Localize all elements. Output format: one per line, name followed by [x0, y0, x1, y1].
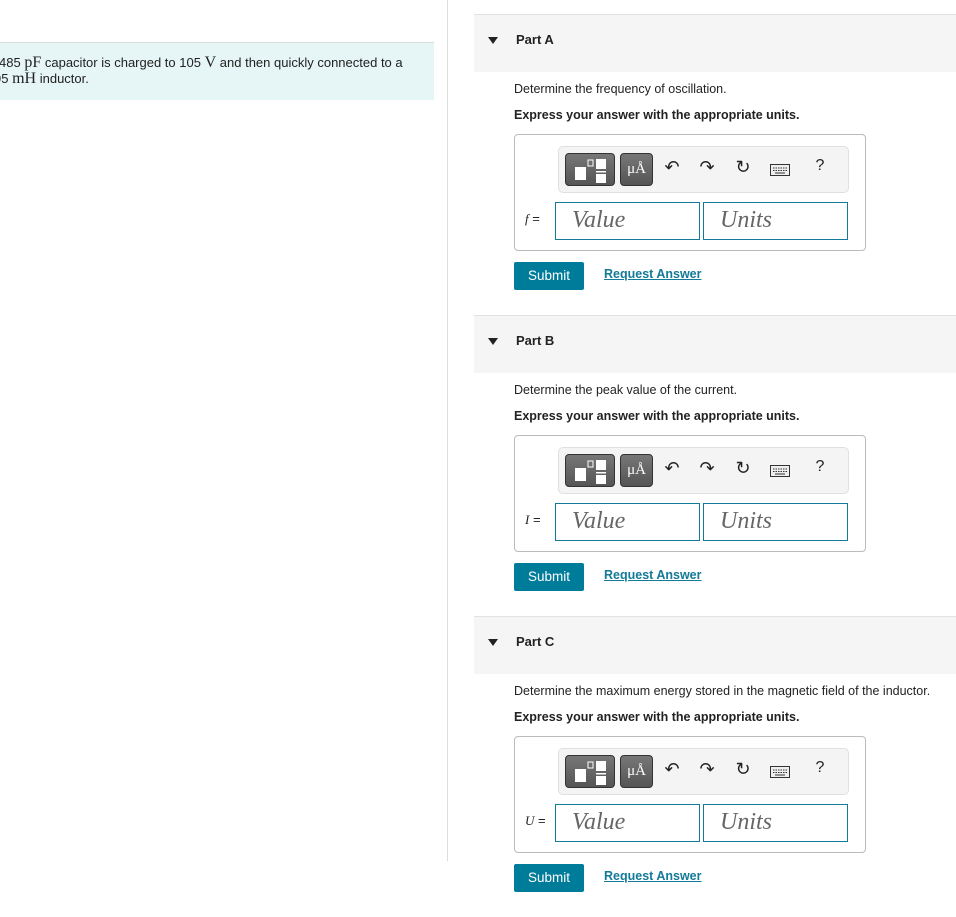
variable-label: f = — [525, 211, 540, 227]
keyboard-icon[interactable] — [769, 762, 791, 783]
value-input[interactable]: Value — [555, 202, 700, 240]
equals: = — [528, 211, 540, 226]
help-button[interactable]: ? — [809, 759, 831, 777]
collapse-triangle-icon[interactable] — [488, 639, 498, 646]
divider — [447, 0, 448, 861]
instructions: Express your answer with the appropriate… — [514, 409, 800, 423]
part-header[interactable]: Part A — [474, 14, 956, 72]
variable: U — [525, 813, 535, 828]
question-text: Determine the frequency of oscillation. — [514, 82, 727, 96]
question-text: Determine the maximum energy stored in t… — [514, 684, 931, 698]
units-button[interactable]: μÅ — [620, 454, 653, 487]
submit-button[interactable]: Submit — [514, 563, 584, 591]
units-button[interactable]: μÅ — [620, 153, 653, 186]
redo-icon[interactable]: ↷ — [696, 458, 718, 479]
value-input[interactable]: Value — [555, 804, 700, 842]
part-title: Part C — [516, 634, 555, 649]
units-button[interactable]: μÅ — [620, 755, 653, 788]
part-header[interactable]: Part B — [474, 315, 956, 373]
part-title: Part B — [516, 333, 555, 348]
answer-box: μÅ ↶ ↷ ↻ ? I = Value Units — [514, 435, 866, 552]
fraction-template-icon — [575, 761, 606, 785]
request-answer-link[interactable]: Request Answer — [604, 267, 701, 281]
text: and then quickly connected to a — [219, 55, 403, 70]
part-title: Part A — [516, 32, 554, 47]
math-toolbar: μÅ ↶ ↷ ↻ ? — [558, 146, 849, 193]
answer-box: μÅ ↶ ↷ ↻ ? U = Value Units — [514, 736, 866, 853]
text: inductor. — [39, 71, 89, 86]
equals: = — [529, 512, 541, 527]
units-input[interactable]: Units — [703, 804, 848, 842]
variable-label: I = — [525, 512, 541, 528]
reset-icon[interactable]: ↻ — [732, 458, 754, 479]
redo-icon[interactable]: ↷ — [696, 157, 718, 178]
help-button[interactable]: ? — [809, 458, 831, 476]
request-answer-link[interactable]: Request Answer — [604, 869, 701, 883]
text: capacitor is charged to 105 — [44, 55, 201, 70]
part-c: Part C Determine the maximum energy stor… — [474, 616, 956, 917]
question-text: Determine the peak value of the current. — [514, 383, 738, 397]
keyboard-icon[interactable] — [769, 160, 791, 181]
variable-label: U = — [525, 813, 546, 829]
unit: mH — [12, 70, 37, 87]
equals: = — [534, 813, 546, 828]
reset-icon[interactable]: ↻ — [732, 759, 754, 780]
answer-box: μÅ ↶ ↷ ↻ ? f = Value Units — [514, 134, 866, 251]
instructions: Express your answer with the appropriate… — [514, 108, 800, 122]
collapse-triangle-icon[interactable] — [488, 338, 498, 345]
templates-button[interactable] — [565, 755, 615, 788]
value-input[interactable]: Value — [555, 503, 700, 541]
unit: pF — [24, 54, 42, 71]
collapse-triangle-icon[interactable] — [488, 37, 498, 44]
part-b: Part B Determine the peak value of the c… — [474, 315, 956, 616]
math-toolbar: μÅ ↶ ↷ ↻ ? — [558, 447, 849, 494]
reset-icon[interactable]: ↻ — [732, 157, 754, 178]
undo-icon[interactable]: ↶ — [661, 157, 683, 178]
redo-icon[interactable]: ↷ — [696, 759, 718, 780]
submit-button[interactable]: Submit — [514, 864, 584, 892]
help-button[interactable]: ? — [809, 157, 831, 175]
problem-statement: 485 pF capacitor is charged to 105 V and… — [0, 42, 434, 100]
request-answer-link[interactable]: Request Answer — [604, 568, 701, 582]
keyboard-icon[interactable] — [769, 461, 791, 482]
templates-button[interactable] — [565, 153, 615, 186]
submit-button[interactable]: Submit — [514, 262, 584, 290]
undo-icon[interactable]: ↶ — [661, 759, 683, 780]
part-a: Part A Determine the frequency of oscill… — [474, 14, 956, 315]
fraction-template-icon — [575, 460, 606, 484]
unit: V — [204, 54, 217, 71]
text: 485 — [0, 55, 21, 70]
units-input[interactable]: Units — [703, 202, 848, 240]
part-header[interactable]: Part C — [474, 616, 956, 674]
text: 95 — [0, 71, 9, 86]
fraction-template-icon — [575, 159, 606, 183]
instructions: Express your answer with the appropriate… — [514, 710, 800, 724]
templates-button[interactable] — [565, 454, 615, 487]
math-toolbar: μÅ ↶ ↷ ↻ ? — [558, 748, 849, 795]
undo-icon[interactable]: ↶ — [661, 458, 683, 479]
units-input[interactable]: Units — [703, 503, 848, 541]
